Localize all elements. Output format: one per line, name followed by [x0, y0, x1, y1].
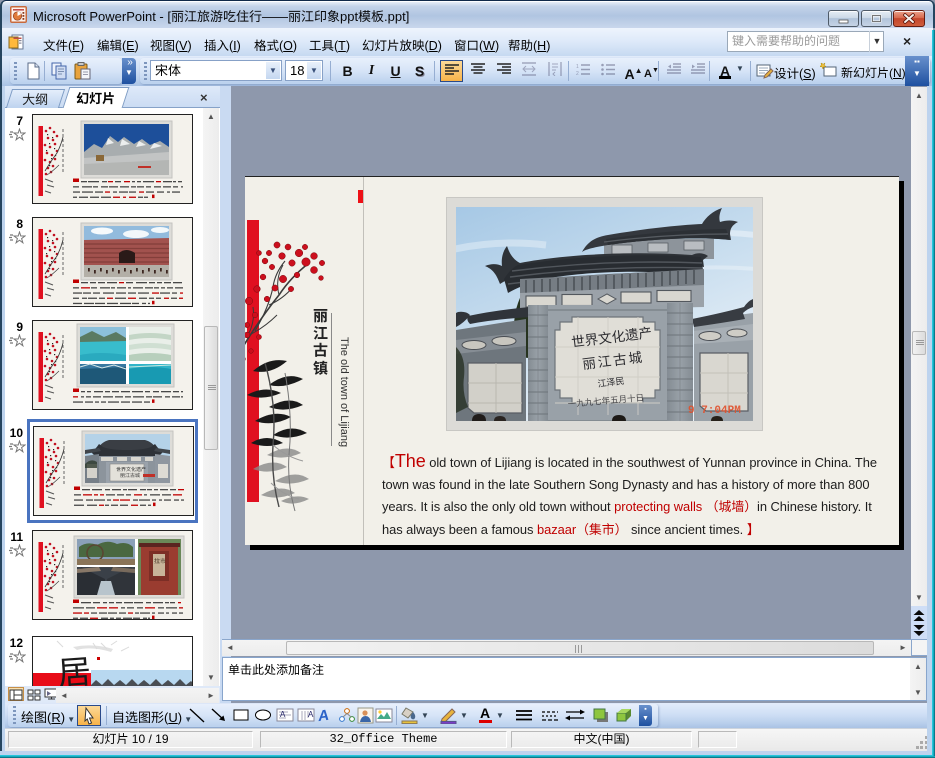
svg-text:拉市: 拉市: [154, 556, 166, 565]
svg-text:1: 1: [576, 64, 579, 70]
svg-text:丽江古城: 丽江古城: [120, 472, 140, 479]
svg-text:居: 居: [56, 645, 92, 686]
svg-text:2: 2: [576, 71, 579, 76]
svg-text:9 7:04PM: 9 7:04PM: [688, 405, 741, 417]
svg-text:A: A: [280, 710, 286, 719]
svg-text:A: A: [317, 707, 330, 724]
svg-text:A: A: [308, 710, 314, 719]
